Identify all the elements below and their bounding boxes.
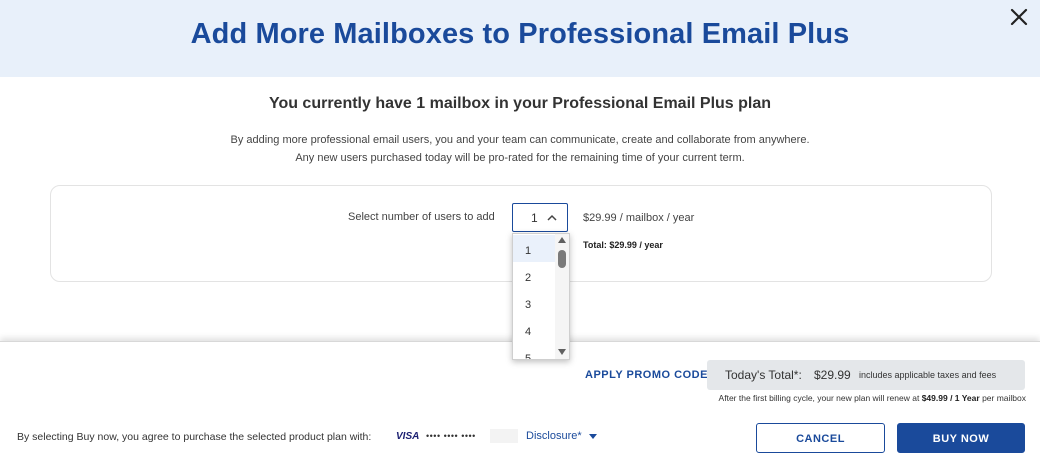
scroll-down-arrow-icon[interactable] (558, 349, 566, 355)
todays-total-label: Today's Total*: (725, 368, 802, 382)
quantity-select[interactable]: 1 (512, 203, 568, 232)
total-price: Total: $29.99 / year (583, 240, 663, 250)
price-per-mailbox: $29.99 / mailbox / year (583, 212, 695, 224)
renewal-prefix: After the first billing cycle, your new … (718, 393, 920, 403)
disclosure-dropdown[interactable]: Disclosure* (526, 430, 597, 442)
disclosure-label: Disclosure* (526, 430, 582, 442)
quantity-option[interactable]: 1 (513, 235, 556, 262)
quantity-option[interactable]: 2 (513, 262, 556, 289)
agreement-text: By selecting Buy now, you agree to purch… (17, 431, 372, 443)
plan-subtitle: You currently have 1 mailbox in your Pro… (268, 95, 772, 112)
quantity-option[interactable]: 3 (513, 289, 556, 316)
quantity-option[interactable]: 4 (513, 316, 556, 343)
masked-card-number: •••• •••• •••• (426, 431, 476, 441)
close-icon[interactable] (1008, 6, 1030, 28)
todays-total-box: Today's Total*: $29.99 includes applicab… (707, 360, 1025, 390)
dropdown-scrollbar[interactable] (555, 234, 569, 359)
description-line-2: Any new users purchased today will be pr… (295, 152, 745, 164)
chevron-up-icon (547, 214, 557, 221)
scroll-thumb[interactable] (558, 250, 566, 268)
cancel-button[interactable]: CANCEL (756, 423, 885, 453)
description-line-1: By adding more professional email users,… (230, 134, 810, 146)
renewal-note: After the first billing cycle, your new … (719, 393, 1026, 403)
todays-total-amount: $29.99 (814, 368, 851, 382)
modal-header: Add More Mailboxes to Professional Email… (0, 0, 1040, 77)
card-last-digits-mask (490, 429, 518, 443)
visa-logo: VISA (396, 431, 420, 442)
renewal-suffix: per mailbox (982, 393, 1026, 403)
quantity-dropdown-list: 1 2 3 4 5 (512, 233, 570, 360)
quantity-option[interactable]: 5 (513, 343, 556, 359)
page-title: Add More Mailboxes to Professional Email… (190, 18, 850, 50)
quantity-value: 1 (531, 211, 538, 225)
scroll-up-arrow-icon[interactable] (558, 237, 566, 243)
taxes-note: includes applicable taxes and fees (859, 370, 997, 380)
renewal-price: $49.99 / 1 Year (921, 393, 980, 403)
select-users-label: Select number of users to add (348, 211, 495, 223)
caret-down-icon (588, 433, 597, 439)
buy-now-button[interactable]: BUY NOW (897, 423, 1025, 453)
apply-promo-code-link[interactable]: APPLY PROMO CODE (585, 369, 708, 381)
